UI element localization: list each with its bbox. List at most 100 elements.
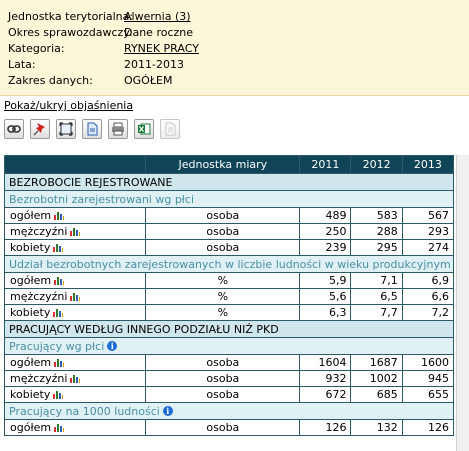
- row-unit: osoba: [145, 354, 301, 371]
- value-cell: 1002: [350, 370, 403, 387]
- info-row-territory: Jednostka terytorialna:Alwernia (3): [8, 9, 191, 25]
- value-cell: 489: [299, 207, 352, 224]
- chart-bar-icon[interactable]: [54, 358, 65, 367]
- info-label: Kategoria:: [8, 42, 65, 55]
- value-cell: 288: [350, 223, 403, 240]
- chart-bar-icon[interactable]: [54, 423, 65, 432]
- row-name-cell: mężczyźni: [3, 223, 147, 240]
- info-value: OGÓŁEM: [124, 74, 173, 87]
- info-label: Lata:: [8, 58, 36, 71]
- group-header-row: Udział bezrobotnych zarejestrowanych w l…: [4, 255, 454, 273]
- table-row: mężczyźni osoba 932 1002 945: [3, 370, 455, 387]
- row-unit: %: [145, 304, 301, 321]
- value-cell: 7,2: [401, 304, 455, 321]
- group-header-row: Pracujący na 1000 ludności i: [4, 402, 454, 420]
- info-row-period: Okres sprawozdawczy:Dane roczne: [8, 25, 193, 41]
- row-unit: %: [145, 272, 301, 289]
- fullscreen-button[interactable]: [56, 119, 76, 139]
- group-title-cell: Pracujący wg płci i: [4, 337, 454, 355]
- header-year-2011[interactable]: 2011: [299, 155, 352, 174]
- value-cell: 293: [401, 223, 455, 240]
- row-unit: osoba: [145, 207, 301, 224]
- value-cell: 7,7: [350, 304, 403, 321]
- chart-bar-icon[interactable]: [53, 390, 64, 399]
- row-unit: osoba: [145, 239, 301, 256]
- value-cell: 932: [299, 370, 352, 387]
- data-table: Jednostka miary 2011 2012 2013 BEZROBOCI…: [3, 155, 455, 436]
- filter-info-panel: Jednostka terytorialna:Alwernia (3) Okre…: [0, 0, 469, 96]
- fullscreen-icon: [59, 122, 73, 136]
- info-icon[interactable]: i: [162, 405, 173, 416]
- value-cell: 672: [299, 386, 352, 403]
- table-row: mężczyźni osoba 250 288 293: [3, 223, 455, 240]
- table-header-row: Jednostka miary 2011 2012 2013: [3, 155, 455, 174]
- toggle-explanations-link[interactable]: Pokaż/ukryj objaśnienia: [4, 99, 133, 113]
- page-button[interactable]: [160, 119, 180, 139]
- section-title: BEZROBOCIE REJESTROWANE: [4, 173, 454, 191]
- group-title-cell: Pracujący na 1000 ludności i: [4, 402, 454, 420]
- chart-bar-icon[interactable]: [70, 374, 81, 383]
- value-cell: 250: [299, 223, 352, 240]
- info-label: Zakres danych:: [8, 74, 93, 87]
- table-row: kobiety% 6,3 7,7 7,2: [3, 304, 455, 321]
- table-row: ogółem% 5,9 7,1 6,9: [3, 272, 455, 289]
- row-unit: osoba: [145, 223, 301, 240]
- pin-button[interactable]: [30, 119, 50, 139]
- export-excel-button[interactable]: [134, 119, 154, 139]
- row-name: kobiety: [10, 241, 51, 254]
- header-year-2013[interactable]: 2013: [401, 155, 455, 174]
- info-icon[interactable]: i: [107, 340, 118, 351]
- chart-bar-icon[interactable]: [54, 276, 65, 285]
- value-cell: 6,5: [350, 288, 403, 305]
- row-name: ogółem: [10, 421, 52, 434]
- value-cell: 583: [350, 207, 403, 224]
- value-cell: 6,6: [401, 288, 455, 305]
- info-row-years: Lata: 2011-2013: [8, 57, 184, 73]
- chart-bar-icon[interactable]: [54, 211, 65, 220]
- chart-bar-icon[interactable]: [70, 227, 81, 236]
- chart-bar-icon[interactable]: [53, 308, 64, 317]
- row-unit: osoba: [145, 386, 301, 403]
- section-title: PRACUJĄCY WEDŁUG INNEGO PODZIAŁU NIŻ PKD: [4, 320, 454, 338]
- document-button[interactable]: [82, 119, 102, 139]
- link-button[interactable]: [4, 119, 24, 139]
- row-name: kobiety: [10, 306, 51, 319]
- print-icon: [112, 122, 124, 136]
- table-row: mężczyźni% 5,6 6,5 6,6: [3, 288, 455, 305]
- header-year-2012[interactable]: 2012: [350, 155, 403, 174]
- group-title: Pracujący na 1000 ludności: [9, 404, 160, 418]
- group-title: Bezrobotni zarejestrowani wg płci: [9, 192, 195, 206]
- value-cell: 126: [401, 419, 455, 436]
- value-cell: 945: [401, 370, 455, 387]
- vertical-scrollbar[interactable]: [456, 155, 469, 451]
- info-value: 2011-2013: [124, 58, 184, 71]
- value-cell: 7,1: [350, 272, 403, 289]
- value-cell: 132: [350, 419, 403, 436]
- value-cell: 1687: [350, 354, 403, 371]
- chart-bar-icon[interactable]: [53, 243, 64, 252]
- value-cell: 6,3: [299, 304, 352, 321]
- link-icon: [7, 125, 21, 133]
- row-unit: osoba: [145, 370, 301, 387]
- page-icon: [165, 122, 176, 136]
- table-row: kobiety osoba 239 295 274: [3, 239, 455, 256]
- row-name: ogółem: [10, 356, 52, 369]
- group-header-row: Bezrobotni zarejestrowani wg płci: [4, 190, 454, 208]
- territory-link[interactable]: Alwernia (3): [124, 10, 191, 23]
- row-name: kobiety: [10, 388, 51, 401]
- section-header-row: PRACUJĄCY WEDŁUG INNEGO PODZIAŁU NIŻ PKD: [4, 320, 454, 338]
- table-row: ogółem osoba 1604 1687 1600: [3, 354, 455, 371]
- row-name: mężczyźni: [10, 290, 68, 303]
- table-row: ogółem osoba 126 132 126: [3, 419, 455, 436]
- pin-icon: [33, 123, 45, 136]
- category-link[interactable]: RYNEK PRACY: [124, 42, 199, 55]
- group-title: Pracujący wg płci: [9, 339, 105, 353]
- chart-bar-icon[interactable]: [70, 292, 81, 301]
- value-cell: 655: [401, 386, 455, 403]
- print-button[interactable]: [108, 119, 128, 139]
- row-name-cell: ogółem: [3, 419, 147, 436]
- info-label: Jednostka terytorialna:: [8, 10, 134, 23]
- row-name-cell: mężczyźni: [3, 288, 147, 305]
- table-row: kobiety osoba 672 685 655: [3, 386, 455, 403]
- value-cell: 239: [299, 239, 352, 256]
